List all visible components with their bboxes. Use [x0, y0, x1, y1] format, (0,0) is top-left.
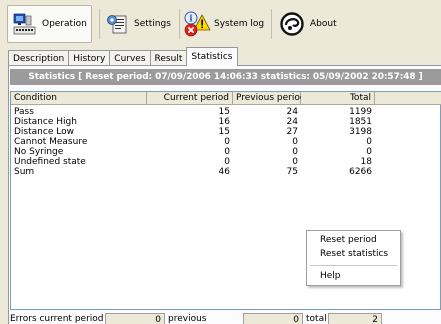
status-footer: Errors current period 0 previous 0 total… — [10, 313, 441, 324]
tab-strip: Description History Curves Result Statis… — [8, 47, 238, 66]
cell-current: 15 — [218, 127, 230, 137]
cell-condition: Distance Low — [14, 127, 74, 137]
cell-current: 16 — [218, 117, 230, 127]
table-row[interactable]: No Syringe 0 0 0 — [11, 147, 441, 157]
tab-description[interactable]: Description — [8, 50, 70, 66]
cell-previous: 0 — [292, 147, 298, 157]
cell-current: 15 — [218, 107, 230, 117]
statistics-banner: Statistics [ Reset period: 07/09/2006 14… — [10, 69, 441, 85]
cell-condition: Undefined state — [14, 157, 86, 167]
cell-condition: Distance High — [14, 117, 77, 127]
total-label: total — [306, 314, 327, 324]
errors-current-period-label: Errors current period — [10, 314, 104, 324]
errors-previous-value: 0 — [243, 313, 303, 324]
table-row[interactable]: Distance Low 15 27 3198 — [11, 127, 441, 137]
settings-button[interactable]: Settings — [106, 5, 174, 43]
system-log-icon: i — [183, 11, 211, 37]
table-row[interactable]: Cannot Measure 0 0 0 — [11, 137, 441, 147]
cell-total: 1199 — [349, 107, 372, 117]
column-header-condition[interactable]: Condition — [11, 92, 147, 105]
cell-previous: 27 — [286, 127, 298, 137]
cell-total: 6266 — [349, 167, 372, 177]
cell-previous: 75 — [286, 167, 298, 177]
about-button[interactable]: About — [280, 5, 344, 43]
cell-total: 18 — [360, 157, 372, 167]
operation-icon — [13, 13, 36, 35]
table-row[interactable]: Distance High 16 24 1851 — [11, 117, 441, 127]
column-header-previous-period[interactable]: Previous period — [233, 92, 306, 105]
cell-previous: 24 — [286, 117, 298, 127]
cell-condition: Pass — [14, 107, 34, 117]
svg-text:i: i — [189, 15, 193, 25]
cell-total: 0 — [366, 137, 372, 147]
menu-item-reset-period[interactable]: Reset period — [320, 235, 377, 245]
context-menu: Reset period Reset statistics Help — [306, 230, 401, 286]
cell-current: 46 — [218, 167, 230, 177]
cell-current: 0 — [224, 147, 230, 157]
column-header-current-period[interactable]: Current period — [147, 92, 233, 105]
about-icon — [280, 12, 304, 36]
cell-current: 0 — [224, 157, 230, 167]
table-row[interactable]: Sum 46 75 6266 — [11, 167, 441, 177]
settings-icon — [106, 13, 128, 35]
cell-condition: Cannot Measure — [14, 137, 88, 147]
tab-result[interactable]: Result — [149, 50, 188, 66]
cell-previous: 0 — [292, 137, 298, 147]
cell-total: 0 — [366, 147, 372, 157]
previous-label: previous — [168, 314, 207, 324]
cell-condition: No Syringe — [14, 147, 64, 157]
cell-current: 0 — [224, 137, 230, 147]
tab-history[interactable]: History — [68, 50, 111, 66]
cell-previous: 0 — [292, 157, 298, 167]
table-row[interactable]: Pass 15 24 1199 — [11, 107, 441, 117]
operation-label: Operation — [42, 19, 87, 29]
table-header: Condition Current period Previous period… — [11, 92, 441, 105]
table-row[interactable]: Undefined state 0 0 18 — [11, 157, 441, 167]
cell-condition: Sum — [14, 167, 35, 177]
menu-item-help[interactable]: Help — [320, 271, 341, 281]
errors-current-value: 0 — [105, 313, 165, 324]
toolbar: Operation Settings i System log About — [0, 0, 441, 44]
system-log-button[interactable]: i System log — [183, 5, 265, 43]
column-header-filler — [375, 92, 441, 105]
settings-label: Settings — [134, 19, 171, 29]
tab-statistics[interactable]: Statistics — [186, 47, 238, 66]
cell-total: 3198 — [349, 127, 372, 137]
menu-item-reset-statistics[interactable]: Reset statistics — [320, 249, 388, 259]
cell-total: 1851 — [349, 117, 372, 127]
column-header-total[interactable]: Total — [301, 92, 375, 105]
errors-total-value: 2 — [328, 313, 382, 324]
system-log-label: System log — [214, 19, 265, 29]
toolbar-separator — [99, 9, 100, 39]
menu-separator — [310, 265, 397, 266]
toolbar-separator — [179, 9, 180, 39]
operation-button[interactable]: Operation — [7, 5, 92, 43]
about-label: About — [310, 19, 337, 29]
tab-curves[interactable]: Curves — [109, 50, 151, 66]
toolbar-separator — [271, 9, 272, 39]
cell-previous: 24 — [286, 107, 298, 117]
